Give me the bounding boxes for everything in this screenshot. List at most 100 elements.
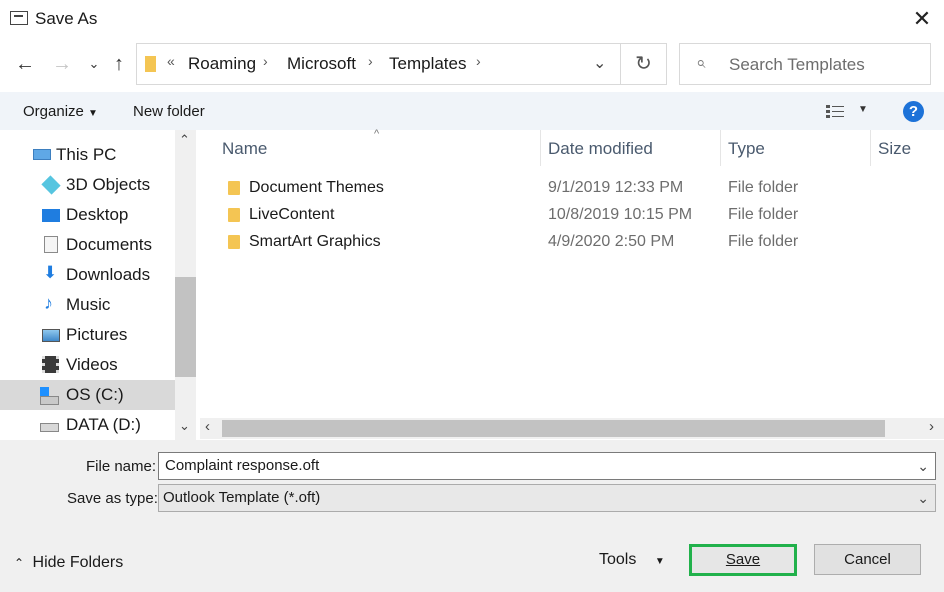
drive-icon: [40, 423, 59, 432]
column-header-name[interactable]: Name: [222, 139, 267, 159]
column-header-type[interactable]: Type: [728, 139, 765, 159]
recent-locations-button[interactable]: ⌄: [82, 50, 106, 78]
music-icon: ♪: [44, 293, 53, 313]
file-type: File folder: [728, 206, 798, 224]
column-header-date-modified[interactable]: Date modified: [548, 139, 653, 159]
breadcrumb-microsoft[interactable]: Microsoft: [287, 54, 356, 74]
folder-icon: [228, 208, 240, 222]
scroll-right-icon[interactable]: ›: [929, 418, 934, 435]
breadcrumb-separator-icon[interactable]: ›: [263, 53, 268, 69]
caret-down-icon: ▼: [88, 108, 98, 119]
tree-label: DATA (D:): [66, 410, 141, 440]
breadcrumb-templates[interactable]: Templates: [389, 54, 466, 74]
tree-label: Downloads: [66, 260, 150, 290]
scroll-down-icon[interactable]: ⌄: [179, 418, 190, 434]
column-separator[interactable]: [870, 130, 871, 166]
download-icon: ⬇: [43, 263, 57, 283]
chevron-down-icon: ⌄: [89, 56, 100, 71]
tree-item-videos[interactable]: Videos: [0, 350, 175, 380]
file-name-label: File name:: [86, 458, 156, 475]
desktop-icon: [42, 209, 60, 222]
tree-label: This PC: [56, 140, 116, 170]
tree-item-3d-objects[interactable]: 3D Objects: [0, 170, 175, 200]
address-bar[interactable]: « Roaming › Microsoft › Templates ›: [136, 43, 621, 85]
file-date: 4/9/2020 2:50 PM: [548, 233, 674, 251]
tree-label: OS (C:): [66, 380, 124, 410]
tools-label: Tools: [599, 551, 636, 568]
tools-menu[interactable]: Tools ▼: [599, 551, 665, 569]
tree-label: Music: [66, 290, 110, 320]
save-button[interactable]: Save: [689, 544, 797, 576]
view-dropdown-caret-icon[interactable]: ▼: [858, 104, 868, 115]
window-title: Save As: [35, 9, 97, 29]
file-row-smartart-graphics[interactable]: SmartArt Graphics 4/9/2020 2:50 PM File …: [200, 229, 935, 256]
tree-label: Desktop: [66, 200, 128, 230]
organize-menu[interactable]: Organize ▼: [23, 103, 98, 120]
tree-label: Pictures: [66, 320, 127, 350]
up-button[interactable]: ↑: [107, 50, 131, 78]
tree-label: Documents: [66, 230, 152, 260]
scrollbar-thumb[interactable]: [222, 420, 885, 437]
file-name-value: Complaint response.oft: [165, 457, 319, 474]
tree-item-desktop[interactable]: Desktop: [0, 200, 175, 230]
column-separator[interactable]: [720, 130, 721, 166]
refresh-button[interactable]: ↻: [621, 43, 667, 85]
chevron-down-icon: ⌄: [917, 485, 929, 511]
tree-label: 3D Objects: [66, 170, 150, 200]
chevron-down-icon[interactable]: ⌄: [917, 453, 929, 479]
navigation-pane: This PC 3D Objects Desktop Documents ⬇ D…: [0, 130, 196, 440]
up-arrow-icon: ↑: [114, 53, 124, 75]
search-icon: ⌕: [696, 53, 706, 73]
hide-folders-button[interactable]: ⌃ Hide Folders: [14, 554, 123, 572]
breadcrumb-separator-icon[interactable]: ›: [368, 53, 373, 69]
file-row-document-themes[interactable]: Document Themes 9/1/2019 12:33 PM File f…: [200, 175, 935, 202]
file-name: Document Themes: [249, 179, 384, 197]
folder-icon: [228, 181, 240, 195]
save-as-type-label: Save as type:: [67, 490, 158, 507]
save-as-type-select[interactable]: Outlook Template (*.oft) ⌄: [158, 484, 936, 512]
tree-item-pictures[interactable]: Pictures: [0, 320, 175, 350]
cancel-button[interactable]: Cancel: [814, 544, 921, 575]
address-history-dropdown[interactable]: ⌄: [583, 43, 619, 85]
pc-icon: [33, 149, 51, 160]
title-bar: [0, 0, 944, 38]
tree-item-data-d[interactable]: DATA (D:): [0, 410, 175, 440]
scroll-left-icon[interactable]: ‹: [205, 418, 210, 435]
view-options-button[interactable]: [826, 104, 846, 118]
file-name-input[interactable]: Complaint response.oft ⌄: [158, 452, 936, 480]
column-separator[interactable]: [540, 130, 541, 166]
tree-label: Videos: [66, 350, 118, 380]
document-icon: [44, 236, 58, 253]
chevron-up-icon: ⌃: [14, 556, 24, 570]
help-button[interactable]: ?: [903, 101, 924, 122]
scrollbar-thumb[interactable]: [175, 277, 196, 377]
close-icon: ✕: [913, 6, 931, 31]
file-date: 10/8/2019 10:15 PM: [548, 206, 692, 224]
search-placeholder[interactable]: Search Templates: [729, 55, 865, 75]
tree-item-downloads[interactable]: ⬇ Downloads: [0, 260, 175, 290]
sort-ascending-icon: ^: [374, 128, 379, 140]
forward-arrow-icon: →: [52, 53, 72, 75]
breadcrumb-separator-icon[interactable]: ›: [476, 53, 481, 69]
video-icon: [42, 356, 59, 373]
close-button[interactable]: ✕: [904, 4, 940, 34]
new-folder-button[interactable]: New folder: [133, 103, 205, 120]
tree-item-documents[interactable]: Documents: [0, 230, 175, 260]
tree-item-os-c[interactable]: OS (C:): [0, 380, 175, 410]
tree-item-music[interactable]: ♪ Music: [0, 290, 175, 320]
file-name: LiveContent: [249, 206, 334, 224]
windows-logo-icon: [40, 387, 49, 396]
forward-button[interactable]: →: [50, 50, 74, 78]
scroll-up-icon[interactable]: ⌃: [179, 132, 190, 148]
search-box[interactable]: ⌕ Search Templates: [679, 43, 931, 85]
chevron-down-icon: ⌄: [593, 53, 606, 73]
back-button[interactable]: ←: [13, 50, 37, 78]
breadcrumb-roaming[interactable]: Roaming: [188, 54, 256, 74]
address-overflow[interactable]: «: [167, 53, 175, 69]
folder-icon: [145, 56, 156, 72]
file-date: 9/1/2019 12:33 PM: [548, 179, 683, 197]
dialog-icon: [10, 11, 28, 25]
file-row-livecontent[interactable]: LiveContent 10/8/2019 10:15 PM File fold…: [200, 202, 935, 229]
column-header-size[interactable]: Size: [878, 139, 911, 159]
tree-item-this-pc[interactable]: This PC: [0, 140, 175, 170]
